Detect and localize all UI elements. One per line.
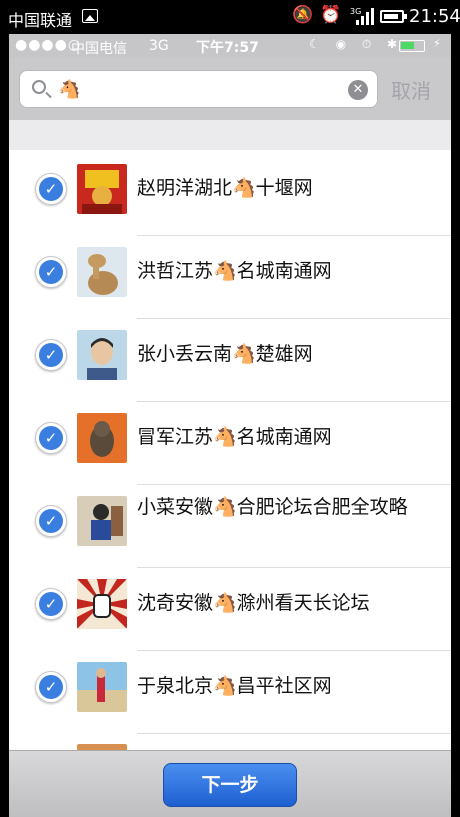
alarm-icon: ⏰ (320, 5, 342, 25)
ios-status-bar: ●●●●○ 中国电信 3G 下午7:57 ☾ ◉ ⏱ ✱ ⚡ (9, 34, 451, 58)
android-time: 21:54 (409, 6, 460, 27)
row-divider (137, 567, 451, 568)
avatar (77, 662, 127, 712)
contact-name: 冒军江苏🐴名城南通网 (137, 426, 332, 448)
checkmark-icon[interactable]: ✓ (35, 256, 67, 288)
checkmark-glyph: ✓ (39, 426, 63, 450)
checkmark-glyph: ✓ (39, 592, 63, 616)
contact-list-item[interactable]: ✓ 赵明洋湖北🐴十堰网 (9, 163, 451, 246)
search-input[interactable] (58, 75, 338, 103)
row-divider (137, 235, 451, 236)
search-bar: ✕ 取消 (9, 58, 451, 120)
checkmark-icon[interactable]: ✓ (35, 422, 67, 454)
system-icons: ☾ ◉ ⏱ ✱ (309, 37, 404, 51)
contact-name: 张小丢云南🐴楚雄网 (137, 343, 313, 365)
contact-name: 沈奇安徽🐴滁州看天长论坛 (137, 592, 370, 614)
ios-battery-icon (399, 40, 425, 52)
checkmark-glyph: ✓ (39, 177, 63, 201)
avatar (77, 413, 127, 463)
mute-icon: 🔕 (292, 5, 314, 25)
contact-list-item[interactable]: ✓ 小菜安徽🐴合肥论坛合肥全攻略 (9, 495, 451, 578)
signal-icon: 3G (350, 7, 374, 25)
avatar (77, 496, 127, 546)
row-divider (137, 401, 451, 402)
ios-network: 3G (149, 38, 169, 54)
contact-list-item[interactable]: ✓ 冒军江苏🐴名城南通网 (9, 412, 451, 495)
checkmark-glyph: ✓ (39, 343, 63, 367)
image-notification-icon (82, 9, 98, 23)
network-type-label: 3G (350, 7, 361, 16)
checkmark-glyph: ✓ (39, 675, 63, 699)
checkmark-icon[interactable]: ✓ (35, 339, 67, 371)
search-icon (32, 80, 46, 94)
contact-list-item[interactable]: ✓ 于泉北京🐴昌平社区网 (9, 661, 451, 744)
contact-list-item[interactable]: ✓ 沈奇安徽🐴滁州看天长论坛 (9, 578, 451, 661)
ios-battery-fill (401, 42, 414, 49)
avatar (77, 330, 127, 380)
avatar (77, 164, 127, 214)
ios-carrier: 中国电信 (71, 41, 127, 57)
clear-icon[interactable]: ✕ (348, 80, 368, 100)
contact-name: 洪哲江苏🐴名城南通网 (137, 260, 332, 282)
search-box[interactable]: ✕ (19, 70, 378, 108)
contact-name: 于泉北京🐴昌平社区网 (137, 675, 332, 697)
cancel-button[interactable]: 取消 (391, 75, 431, 104)
android-status-bar: 中国联通 🔕 ⏰ 3G 21:54 (0, 0, 460, 34)
charging-icon: ⚡ (433, 37, 441, 50)
avatar (77, 579, 127, 629)
contact-name: 小菜安徽🐴合肥论坛合肥全攻略 (137, 496, 408, 518)
checkmark-icon[interactable]: ✓ (35, 173, 67, 205)
checkmark-glyph: ✓ (39, 509, 63, 533)
contact-list-item[interactable]: ✓ 张小丢云南🐴楚雄网 (9, 329, 451, 412)
row-divider (137, 484, 451, 485)
contact-list-item[interactable]: ✓ 洪哲江苏🐴名城南通网 (9, 246, 451, 329)
checkmark-icon[interactable]: ✓ (35, 671, 67, 703)
checkmark-glyph: ✓ (39, 260, 63, 284)
row-divider (137, 650, 451, 651)
checkmark-icon[interactable]: ✓ (35, 588, 67, 620)
ios-time: 下午7:57 (196, 40, 259, 56)
android-carrier: 中国联通 (8, 11, 73, 30)
row-divider (137, 318, 451, 319)
section-spacer (9, 120, 451, 150)
row-divider (137, 733, 451, 734)
checkmark-icon[interactable]: ✓ (35, 505, 67, 537)
next-step-button[interactable]: 下一步(22222) (163, 763, 297, 817)
android-battery-icon (380, 10, 407, 23)
phone-screen: ●●●●○ 中国电信 3G 下午7:57 ☾ ◉ ⏱ ✱ ⚡ ✕ 取消 ✓ 赵明洋… (9, 34, 451, 817)
bottom-toolbar: 下一步(22222) (9, 750, 451, 817)
contact-name: 赵明洋湖北🐴十堰网 (137, 177, 313, 199)
contact-list: ✓ 赵明洋湖北🐴十堰网 ✓ 洪哲江苏🐴名城南通网 ✓ 张小丢云南🐴楚雄网 ✓ 冒军江苏🐴名城南… (9, 150, 451, 750)
avatar (77, 247, 127, 297)
